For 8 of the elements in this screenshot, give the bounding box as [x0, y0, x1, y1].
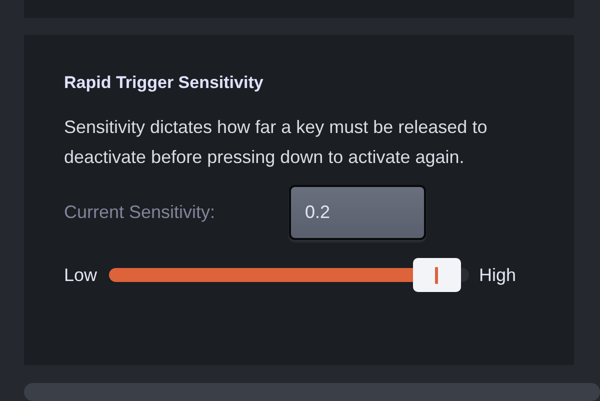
description-text: Sensitivity dictates how far a key must be released to deactivate before pressing down to activate again.: [64, 116, 488, 169]
high-label: High: [479, 264, 516, 286]
slider-handle[interactable]: [412, 258, 461, 292]
low-label: Low: [64, 264, 98, 286]
field-label: Current Sensitivity:: [64, 202, 216, 223]
sensitivity-input[interactable]: 0.2: [289, 185, 426, 240]
section-title: Rapid Trigger Sensitivity: [64, 72, 264, 94]
scroll-bar[interactable]: [24, 383, 600, 401]
